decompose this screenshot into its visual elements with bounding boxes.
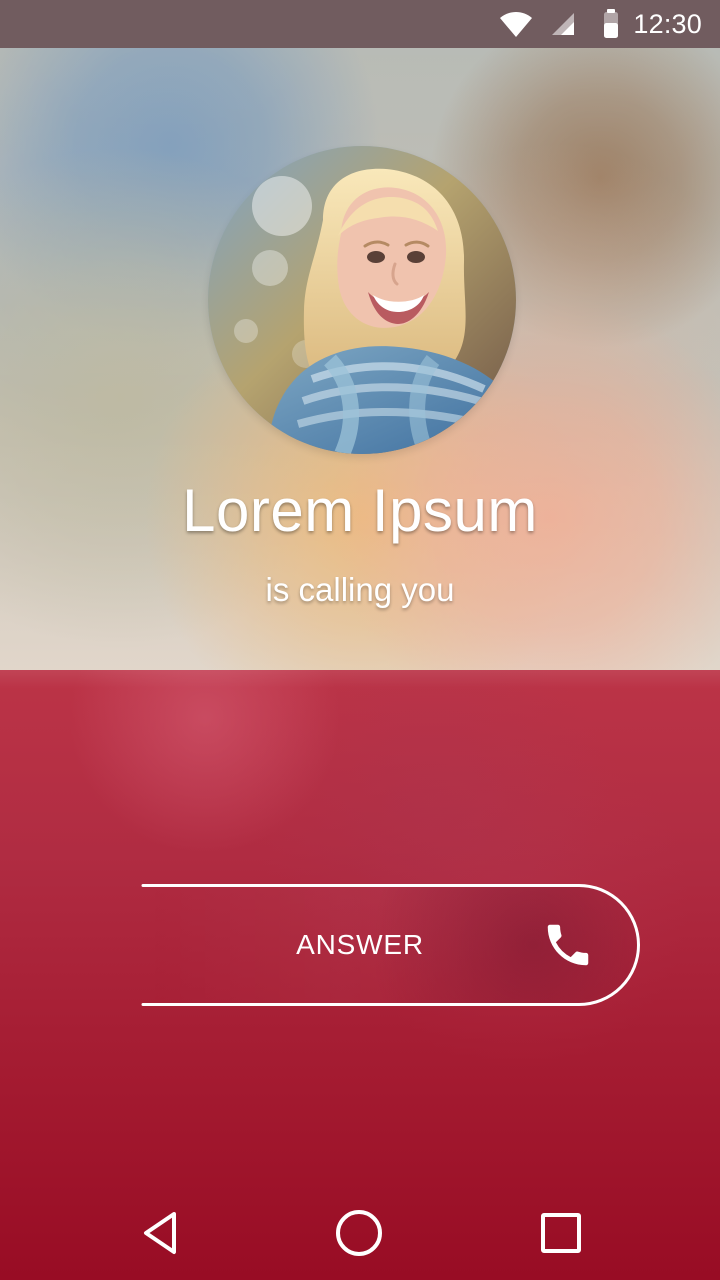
answer-slider[interactable]: ANSWER bbox=[141, 884, 640, 1006]
caller-name: Lorem Ipsum bbox=[182, 477, 538, 544]
wifi-icon bbox=[498, 0, 534, 48]
status-bar: 12:30 bbox=[0, 0, 720, 48]
phone-icon[interactable] bbox=[536, 913, 600, 977]
home-icon[interactable] bbox=[326, 1200, 392, 1266]
battery-icon bbox=[600, 0, 622, 48]
status-time: 12:30 bbox=[633, 9, 702, 39]
signal-icon bbox=[548, 0, 578, 48]
navigation-bar bbox=[0, 1180, 720, 1280]
incoming-call-screen: 12:30 Lorem Ipsum is calling you ANSWER bbox=[0, 0, 720, 1280]
recents-icon[interactable] bbox=[528, 1200, 594, 1266]
back-icon[interactable] bbox=[127, 1200, 193, 1266]
caller-avatar bbox=[208, 146, 516, 454]
caller-photo bbox=[208, 146, 516, 454]
answer-label: ANSWER bbox=[296, 929, 424, 960]
call-status-text: is calling you bbox=[265, 571, 455, 608]
